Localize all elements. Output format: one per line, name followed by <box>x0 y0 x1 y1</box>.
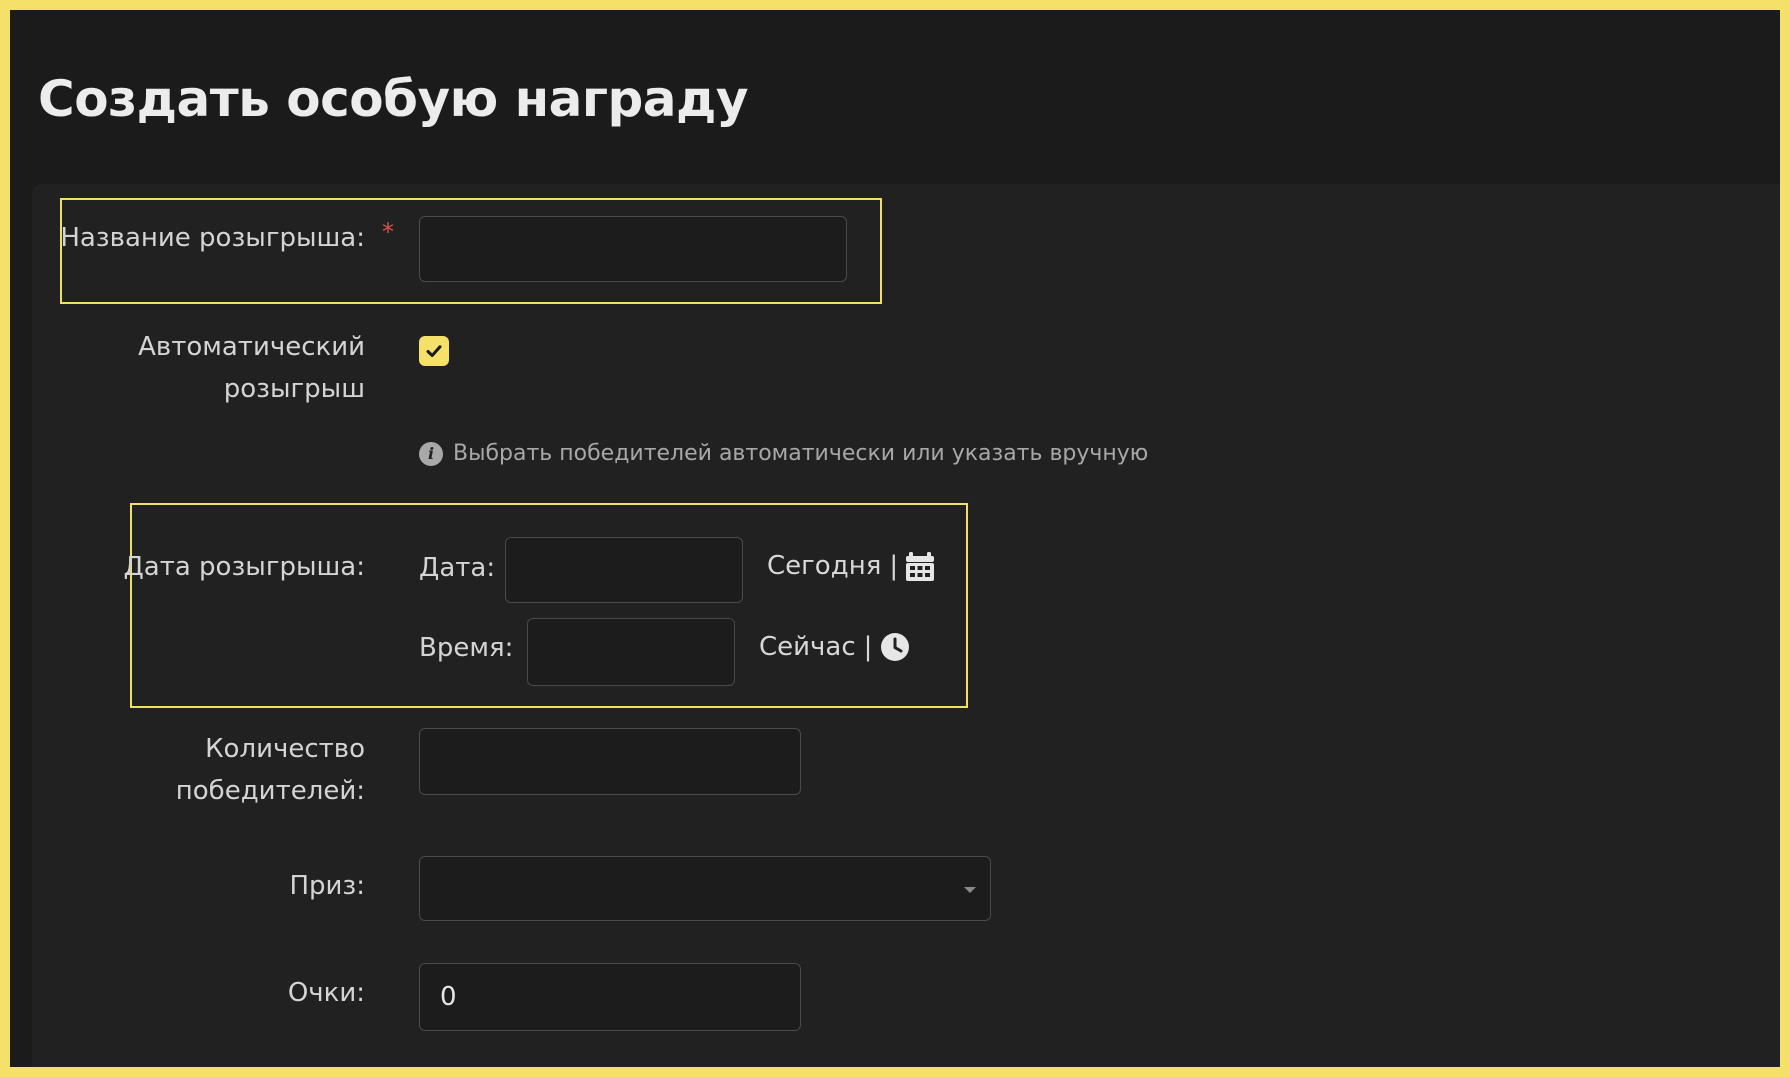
required-mark: * <box>382 218 394 246</box>
points-input[interactable] <box>419 963 801 1031</box>
prize-label: Приз: <box>289 871 365 901</box>
auto-draw-checkbox[interactable] <box>419 336 449 366</box>
winners-count-input[interactable] <box>419 728 801 795</box>
date-input[interactable] <box>505 537 743 603</box>
page-title: Создать особую награду <box>38 70 749 128</box>
app-window: Создать особую награду Название розыгрыш… <box>10 10 1780 1067</box>
info-icon: i <box>419 441 443 466</box>
calendar-icon[interactable] <box>906 551 935 581</box>
winners-label-line2: победителей: <box>175 776 365 806</box>
time-input[interactable] <box>527 618 735 686</box>
draw-date-label: Дата розыгрыша: <box>123 552 365 582</box>
prize-select[interactable] <box>419 856 991 921</box>
time-label: Время: <box>419 633 514 663</box>
auto-draw-label-line2: розыгрыш <box>223 374 365 404</box>
today-shortcut: Сегодня | <box>767 551 935 581</box>
winners-label-line1: Количество <box>205 734 365 764</box>
points-label: Очки: <box>287 978 365 1008</box>
now-shortcut: Сейчас | <box>759 632 910 662</box>
today-link[interactable]: Сегодня <box>767 551 881 581</box>
clock-icon[interactable] <box>880 632 910 662</box>
auto-draw-label-line1: Автоматический <box>138 332 365 362</box>
name-label: Название розыгрыша: <box>60 223 365 253</box>
auto-draw-help: i Выбрать победителей автоматически или … <box>419 441 1148 466</box>
now-link[interactable]: Сейчас <box>759 632 856 662</box>
chevron-down-icon <box>964 886 976 893</box>
separator: | <box>863 632 873 662</box>
name-input[interactable] <box>419 216 847 282</box>
separator: | <box>889 551 899 581</box>
check-icon <box>426 345 442 357</box>
date-label: Дата: <box>419 553 496 583</box>
auto-draw-help-text: Выбрать победителей автоматически или ук… <box>453 441 1149 466</box>
